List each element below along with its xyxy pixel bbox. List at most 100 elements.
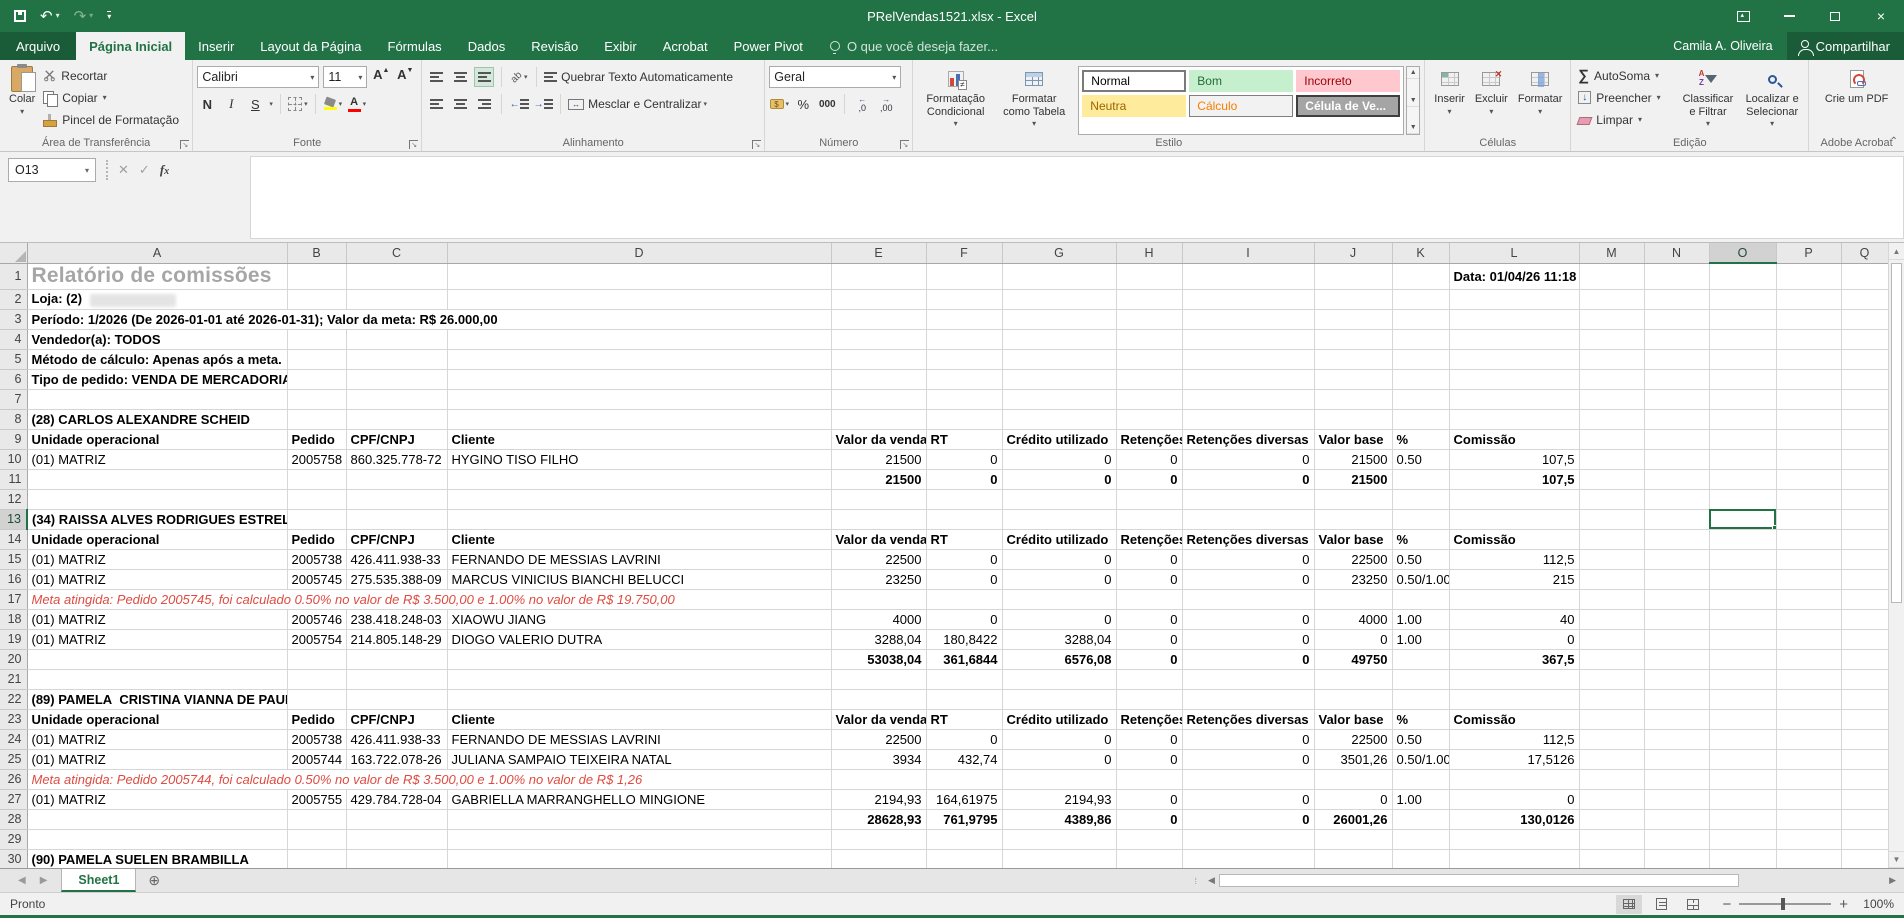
cell-K3[interactable] xyxy=(1392,309,1449,329)
conditional-formatting-button[interactable]: Formatação Condicional ▾ xyxy=(917,63,994,135)
cell-C11[interactable] xyxy=(346,469,447,489)
cell-B11[interactable] xyxy=(287,469,346,489)
cell-F17[interactable] xyxy=(926,589,1002,609)
row-header-5[interactable]: 5 xyxy=(0,349,27,369)
enter-icon[interactable]: ✓ xyxy=(139,162,150,178)
cell-D1[interactable] xyxy=(447,263,831,289)
cell-M23[interactable] xyxy=(1579,709,1644,729)
create-pdf-button[interactable]: Crie um PDF xyxy=(1813,63,1900,135)
cell-E8[interactable] xyxy=(831,409,926,429)
cell-J5[interactable] xyxy=(1314,349,1392,369)
cell-B27[interactable]: 2005755 xyxy=(287,789,346,809)
cell-M26[interactable] xyxy=(1579,769,1644,789)
cell-G4[interactable] xyxy=(1002,329,1116,349)
cell-N21[interactable] xyxy=(1644,669,1709,689)
cell-O9[interactable] xyxy=(1709,429,1776,449)
cell-N11[interactable] xyxy=(1644,469,1709,489)
cell-G23[interactable]: Crédito utilizado xyxy=(1002,709,1116,729)
cell-G5[interactable] xyxy=(1002,349,1116,369)
cell-L30[interactable] xyxy=(1449,849,1579,868)
cell-F12[interactable] xyxy=(926,489,1002,509)
cell-E2[interactable] xyxy=(831,289,926,309)
align-middle-button[interactable] xyxy=(450,67,470,87)
cell-A8[interactable]: (28) CARLOS ALEXANDRE SCHEID xyxy=(27,409,287,429)
cell-M27[interactable] xyxy=(1579,789,1644,809)
formula-input[interactable] xyxy=(250,156,1904,239)
cell-G2[interactable] xyxy=(1002,289,1116,309)
cell-P15[interactable] xyxy=(1776,549,1841,569)
decrease-indent-button[interactable]: ← xyxy=(509,94,529,114)
cell-H6[interactable] xyxy=(1116,369,1182,389)
cell-F21[interactable] xyxy=(926,669,1002,689)
cell-A9[interactable]: Unidade operacional xyxy=(27,429,287,449)
insert-cells-button[interactable]: Inserir ▾ xyxy=(1429,63,1470,135)
row-header-29[interactable]: 29 xyxy=(0,829,27,849)
cell-I5[interactable] xyxy=(1182,349,1314,369)
cell-E5[interactable] xyxy=(831,349,926,369)
cell-Q5[interactable] xyxy=(1841,349,1888,369)
cell-D2[interactable] xyxy=(447,289,831,309)
cell-O5[interactable] xyxy=(1709,349,1776,369)
cell-P14[interactable] xyxy=(1776,529,1841,549)
cell-N13[interactable] xyxy=(1644,509,1709,529)
cell-E19[interactable]: 3288,04 xyxy=(831,629,926,649)
cell-F16[interactable]: 0 xyxy=(926,569,1002,589)
cell-L3[interactable] xyxy=(1449,309,1579,329)
cell-C6[interactable] xyxy=(346,369,447,389)
cell-D7[interactable] xyxy=(447,389,831,409)
cell-D24[interactable]: FERNANDO DE MESSIAS LAVRINI xyxy=(447,729,831,749)
cell-M7[interactable] xyxy=(1579,389,1644,409)
cut-button[interactable]: Recortar xyxy=(40,65,182,86)
cell-M22[interactable] xyxy=(1579,689,1644,709)
cell-E21[interactable] xyxy=(831,669,926,689)
cell-P25[interactable] xyxy=(1776,749,1841,769)
zoom-in-icon[interactable]: + xyxy=(1839,896,1848,913)
cell-O26[interactable] xyxy=(1709,769,1776,789)
style-bom[interactable]: Bom xyxy=(1189,70,1293,92)
cell-P2[interactable] xyxy=(1776,289,1841,309)
cell-E20[interactable]: 53038,04 xyxy=(831,649,926,669)
cell-G6[interactable] xyxy=(1002,369,1116,389)
cell-G16[interactable]: 0 xyxy=(1002,569,1116,589)
cell-L29[interactable] xyxy=(1449,829,1579,849)
cell-F10[interactable]: 0 xyxy=(926,449,1002,469)
cell-I18[interactable]: 0 xyxy=(1182,609,1314,629)
cell-H24[interactable]: 0 xyxy=(1116,729,1182,749)
cell-P4[interactable] xyxy=(1776,329,1841,349)
cell-I26[interactable] xyxy=(1182,769,1314,789)
column-header-E[interactable]: E xyxy=(831,243,926,263)
cell-N29[interactable] xyxy=(1644,829,1709,849)
align-bottom-button[interactable] xyxy=(474,67,494,87)
cell-F5[interactable] xyxy=(926,349,1002,369)
cell-B8[interactable] xyxy=(287,409,346,429)
row-header-19[interactable]: 19 xyxy=(0,629,27,649)
cell-Q17[interactable] xyxy=(1841,589,1888,609)
cell-I22[interactable] xyxy=(1182,689,1314,709)
cell-C16[interactable]: 275.535.388-09 xyxy=(346,569,447,589)
cell-M13[interactable] xyxy=(1579,509,1644,529)
cell-B21[interactable] xyxy=(287,669,346,689)
cell-K14[interactable]: % xyxy=(1392,529,1449,549)
cell-F6[interactable] xyxy=(926,369,1002,389)
cell-G24[interactable]: 0 xyxy=(1002,729,1116,749)
cell-O19[interactable] xyxy=(1709,629,1776,649)
row-header-28[interactable]: 28 xyxy=(0,809,27,829)
share-button[interactable]: Compartilhar xyxy=(1787,32,1904,60)
cell-D9[interactable]: Cliente xyxy=(447,429,831,449)
cell-F28[interactable]: 761,9795 xyxy=(926,809,1002,829)
cell-E23[interactable]: Valor da venda xyxy=(831,709,926,729)
cell-C13[interactable] xyxy=(346,509,447,529)
style-neutra[interactable]: Neutra xyxy=(1082,95,1186,117)
cell-L11[interactable]: 107,5 xyxy=(1449,469,1579,489)
borders-button[interactable]: ▾ xyxy=(288,94,308,114)
percent-style-button[interactable]: % xyxy=(793,94,813,114)
cell-L24[interactable]: 112,5 xyxy=(1449,729,1579,749)
cell-M21[interactable] xyxy=(1579,669,1644,689)
cell-J26[interactable] xyxy=(1314,769,1392,789)
tab-inserir[interactable]: Inserir xyxy=(185,32,247,60)
cell-L16[interactable]: 215 xyxy=(1449,569,1579,589)
cell-F30[interactable] xyxy=(926,849,1002,868)
cell-L19[interactable]: 0 xyxy=(1449,629,1579,649)
cell-N26[interactable] xyxy=(1644,769,1709,789)
cell-I2[interactable] xyxy=(1182,289,1314,309)
